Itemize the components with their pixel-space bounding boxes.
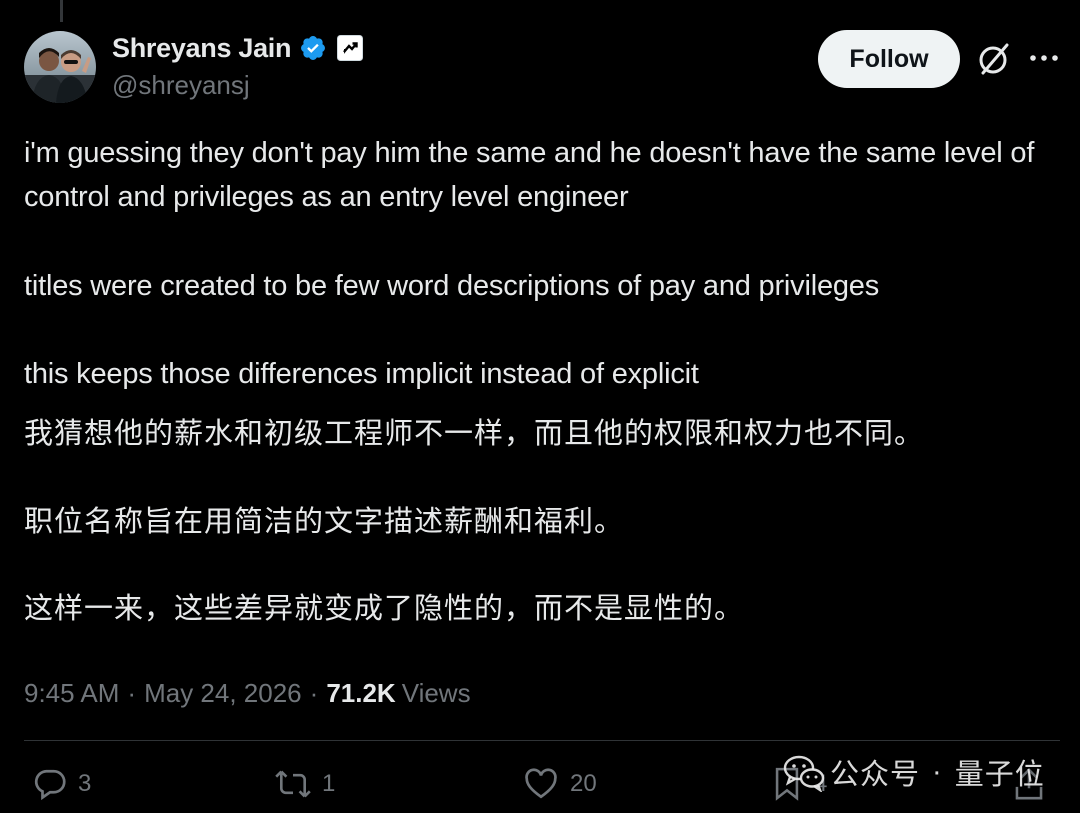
author-display-name[interactable]: Shreyans Jain [112,33,292,64]
divider [24,740,1060,741]
author-handle[interactable]: @shreyansj [112,70,250,101]
tweet-date[interactable]: May 24, 2026 [144,678,302,709]
translation-paragraph-cn-3: 这样一来，这些差异就变成了隐性的，而不是显性的。 [24,593,745,625]
follow-button[interactable]: Follow [818,30,960,88]
affiliate-badge-icon[interactable] [337,35,364,61]
translation-paragraph-cn-1: 我猜想他的薪水和初级工程师不一样，而且他的权限和权力也不同。 [24,418,925,450]
views-label: Views [401,677,471,708]
tweet-paragraph-en-1: i'm guessing they don't pay him the same… [24,137,1035,213]
verified-badge-icon[interactable] [299,34,327,62]
tweet-meta: 9:45 AM · May 24, 2026 · 71.2K Views [24,674,471,712]
wechat-watermark: 公众号 · 量子位 [782,750,1045,794]
grok-icon[interactable] [974,40,1012,78]
reply-icon [34,769,66,801]
reply-count: 3 [78,770,92,797]
repost-button[interactable]: 1 [274,762,335,806]
like-button[interactable]: 20 [522,762,597,806]
more-icon[interactable] [1028,44,1060,72]
author-name-row: Shreyans Jain [112,30,364,66]
watermark-text-left: 公众号 [830,759,921,791]
watermark-text-right: 量子位 [954,759,1045,791]
translation-paragraph-cn-2: 职位名称旨在用简洁的文字描述薪酬和福利。 [24,506,625,538]
views-count: 71.2K [326,677,396,708]
repost-count: 1 [322,770,336,797]
heart-icon [525,768,557,799]
meta-separator: · [309,677,319,708]
repost-icon [275,770,311,798]
tweet-detail: Shreyans Jain @shreyansj Follow i'm gues… [0,0,1080,813]
tweet-paragraph-en-2: titles were created to be few word descr… [24,270,880,302]
like-count: 20 [570,770,597,797]
watermark-dot: · [932,755,943,788]
wechat-icon [783,755,825,792]
meta-separator: · [127,677,137,708]
tweet-paragraph-en-3: this keeps those differences implicit in… [24,358,699,390]
reply-button[interactable]: 3 [32,762,91,806]
avatar[interactable] [24,31,96,103]
thread-connector-line [60,0,63,22]
tweet-time[interactable]: 9:45 AM [24,678,119,709]
